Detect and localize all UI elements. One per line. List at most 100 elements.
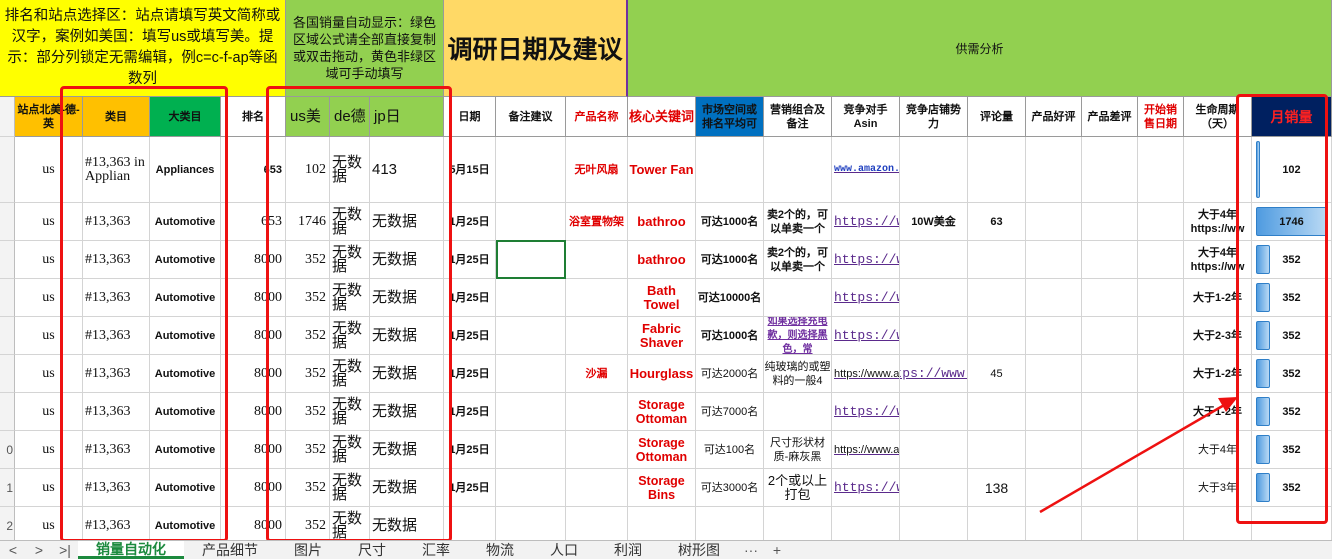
cell-keyword[interactable]: [628, 507, 696, 540]
cell-rank[interactable]: 8000: [221, 469, 286, 507]
cell-big-category[interactable]: Automotive: [150, 507, 221, 540]
cell-category[interactable]: #13,363: [83, 469, 150, 507]
column-header-us[interactable]: us美: [286, 97, 330, 137]
cell-category[interactable]: #13,363: [83, 203, 150, 241]
cell-station[interactable]: us: [15, 507, 83, 540]
cell-de[interactable]: 无数据: [330, 469, 370, 507]
cell-us[interactable]: 102: [286, 137, 330, 203]
cell-shop-power[interactable]: [900, 241, 968, 279]
cell-de[interactable]: 无数据: [330, 137, 370, 203]
column-header-bad[interactable]: 产品差评: [1082, 97, 1138, 137]
cell-rank[interactable]: 653: [221, 203, 286, 241]
research-date-header[interactable]: 调研日期及建议: [444, 0, 628, 97]
cell-note[interactable]: [496, 469, 566, 507]
cell-promo[interactable]: [764, 137, 832, 203]
cell-good[interactable]: [1026, 137, 1082, 203]
cell-de[interactable]: 无数据: [330, 431, 370, 469]
column-header-big-category[interactable]: 大类目: [150, 97, 221, 137]
column-header-rank[interactable]: 排名: [221, 97, 286, 137]
cell-market[interactable]: 可达1000名: [696, 241, 764, 279]
cell-lifecycle[interactable]: [1184, 507, 1252, 540]
cell-big-category[interactable]: Automotive: [150, 431, 221, 469]
column-header-shop-power[interactable]: 竞争店铺势力: [900, 97, 968, 137]
cell-good[interactable]: [1026, 507, 1082, 540]
cell-lifecycle[interactable]: 大于1-2年: [1184, 393, 1252, 431]
cell-reviews[interactable]: 138: [968, 469, 1026, 507]
cell-product[interactable]: [566, 393, 628, 431]
cell-competitor[interactable]: https://www.am: [832, 279, 900, 317]
selected-cell[interactable]: [496, 240, 566, 279]
cell-product[interactable]: 无叶风扇: [566, 137, 628, 203]
cell-shop-power[interactable]: [900, 279, 968, 317]
cell-date[interactable]: [444, 507, 496, 540]
cell-product[interactable]: 浴室置物架: [566, 203, 628, 241]
cell-rank[interactable]: 8000: [221, 317, 286, 355]
cell-date[interactable]: 1月25日: [444, 203, 496, 241]
cell-start-date[interactable]: [1138, 393, 1184, 431]
cell-date[interactable]: 1月25日: [444, 469, 496, 507]
column-header-keyword[interactable]: 核心关键词: [628, 97, 696, 137]
cell-us[interactable]: 1746: [286, 203, 330, 241]
cell-start-date[interactable]: [1138, 279, 1184, 317]
cell-rank[interactable]: 8000: [221, 507, 286, 540]
cell-note[interactable]: [496, 431, 566, 469]
cell-reviews[interactable]: [968, 393, 1026, 431]
cell-bad[interactable]: [1082, 431, 1138, 469]
cell-us[interactable]: 352: [286, 241, 330, 279]
cell-start-date[interactable]: [1138, 469, 1184, 507]
cell-station[interactable]: us: [15, 393, 83, 431]
sheet-tab[interactable]: 树形图: [660, 541, 738, 559]
cell-jp[interactable]: 无数据: [370, 355, 444, 393]
cell-date[interactable]: 1月25日: [444, 317, 496, 355]
cell-rank[interactable]: 8000: [221, 279, 286, 317]
cell-shop-power[interactable]: [900, 317, 968, 355]
row-number[interactable]: [0, 137, 15, 203]
cell-start-date[interactable]: [1138, 203, 1184, 241]
cell-promo[interactable]: [764, 507, 832, 540]
cell-market[interactable]: 可达2000名: [696, 355, 764, 393]
cell-monthly-sales[interactable]: 352: [1252, 469, 1332, 507]
column-header-monthly-sales[interactable]: 月销量: [1252, 97, 1332, 137]
cell-competitor[interactable]: https://www.amazon.c: [832, 355, 900, 393]
more-sheets-icon[interactable]: ···: [738, 541, 764, 559]
sheet-tab[interactable]: 产品细节: [184, 541, 276, 559]
cell-start-date[interactable]: [1138, 355, 1184, 393]
cell-big-category[interactable]: Automotive: [150, 241, 221, 279]
column-header-station[interactable]: 站点北美-德-英: [15, 97, 83, 137]
row-number[interactable]: [0, 355, 15, 393]
cell-bad[interactable]: [1082, 469, 1138, 507]
cell-bad[interactable]: [1082, 241, 1138, 279]
cell-station[interactable]: us: [15, 355, 83, 393]
cell-de[interactable]: 无数据: [330, 203, 370, 241]
cell-rank[interactable]: 8000: [221, 241, 286, 279]
cell-keyword[interactable]: Storage Bins: [628, 469, 696, 507]
cell-monthly-sales[interactable]: 352: [1252, 355, 1332, 393]
cell-competitor[interactable]: [832, 507, 900, 540]
cell-reviews[interactable]: [968, 241, 1026, 279]
cell-promo[interactable]: 卖2个的，可以单卖一个: [764, 203, 832, 241]
cell-product[interactable]: [566, 469, 628, 507]
cell-station[interactable]: us: [15, 137, 83, 203]
column-header-competitor[interactable]: 竞争对手Asin: [832, 97, 900, 137]
cell-big-category[interactable]: Automotive: [150, 203, 221, 241]
column-header-note[interactable]: 备注建议: [496, 97, 566, 137]
cell-category[interactable]: #13,363 in Applian: [83, 137, 150, 203]
next-sheet-button[interactable]: >: [26, 541, 52, 559]
cell-big-category[interactable]: Automotive: [150, 469, 221, 507]
cell-de[interactable]: 无数据: [330, 241, 370, 279]
sheet-tab[interactable]: 人口: [532, 541, 596, 559]
cell-market[interactable]: 可达10000名: [696, 279, 764, 317]
cell-bad[interactable]: [1082, 137, 1138, 203]
cell-rank[interactable]: 653: [221, 137, 286, 203]
cell-good[interactable]: [1026, 469, 1082, 507]
cell-promo[interactable]: 2个或以上打包: [764, 469, 832, 507]
cell-market[interactable]: [696, 137, 764, 203]
cell-promo[interactable]: 纯玻璃的或塑料的一般4: [764, 355, 832, 393]
cell-good[interactable]: [1026, 279, 1082, 317]
column-header-date[interactable]: 日期: [444, 97, 496, 137]
cell-date[interactable]: 1月25日: [444, 355, 496, 393]
cell-us[interactable]: 352: [286, 317, 330, 355]
cell-date[interactable]: 1月25日: [444, 241, 496, 279]
cell-competitor[interactable]: https://www.am: [832, 317, 900, 355]
sheet-tab[interactable]: 尺寸: [340, 541, 404, 559]
